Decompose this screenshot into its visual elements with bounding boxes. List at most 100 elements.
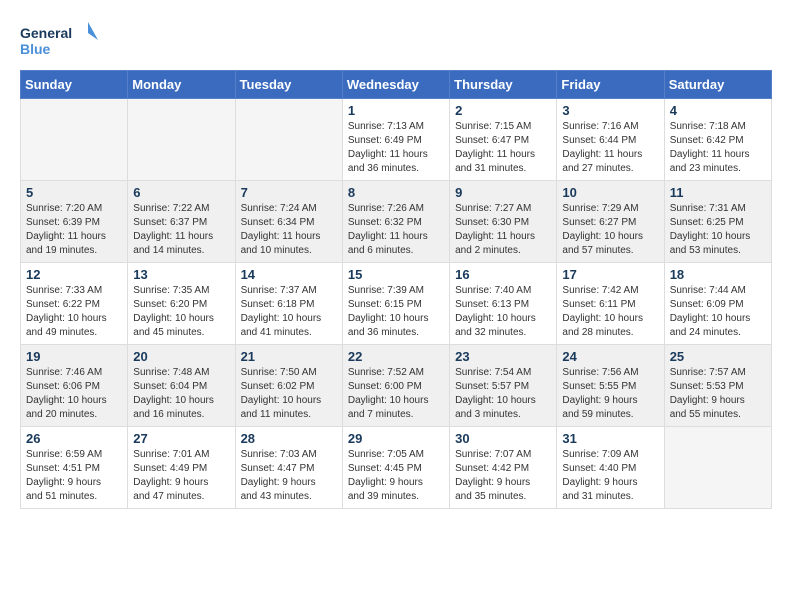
calendar-day-cell: 28 Sunrise: 7:03 AM Sunset: 4:47 PM Dayli… — [235, 427, 342, 509]
day-info: Sunrise: 7:27 AM Sunset: 6:30 PM Dayligh… — [455, 202, 551, 258]
day-info: Sunrise: 7:42 AM Sunset: 6:11 PM Dayligh… — [562, 284, 658, 340]
calendar-header-thursday: Thursday — [450, 71, 557, 99]
calendar-day-cell: 30 Sunrise: 7:07 AM Sunset: 4:42 PM Dayli… — [450, 427, 557, 509]
day-info: Sunrise: 6:59 AM Sunset: 4:51 PM Dayligh… — [26, 448, 122, 504]
day-number: 5 — [26, 185, 122, 200]
calendar-day-cell: 22 Sunrise: 7:52 AM Sunset: 6:00 PM Dayli… — [342, 345, 449, 427]
day-info: Sunrise: 7:13 AM Sunset: 6:49 PM Dayligh… — [348, 120, 444, 176]
calendar-week-row: 1 Sunrise: 7:13 AM Sunset: 6:49 PM Daylig… — [21, 99, 772, 181]
day-info: Sunrise: 7:29 AM Sunset: 6:27 PM Dayligh… — [562, 202, 658, 258]
day-number: 14 — [241, 267, 337, 282]
calendar-day-cell: 26 Sunrise: 6:59 AM Sunset: 4:51 PM Dayli… — [21, 427, 128, 509]
logo-svg: General Blue — [20, 20, 100, 60]
day-info: Sunrise: 7:37 AM Sunset: 6:18 PM Dayligh… — [241, 284, 337, 340]
day-number: 23 — [455, 349, 551, 364]
logo: General Blue — [20, 20, 100, 60]
calendar-header-wednesday: Wednesday — [342, 71, 449, 99]
day-number: 10 — [562, 185, 658, 200]
day-info: Sunrise: 7:26 AM Sunset: 6:32 PM Dayligh… — [348, 202, 444, 258]
day-number: 13 — [133, 267, 229, 282]
day-info: Sunrise: 7:16 AM Sunset: 6:44 PM Dayligh… — [562, 120, 658, 176]
day-number: 19 — [26, 349, 122, 364]
day-number: 1 — [348, 103, 444, 118]
day-info: Sunrise: 7:07 AM Sunset: 4:42 PM Dayligh… — [455, 448, 551, 504]
calendar-header-monday: Monday — [128, 71, 235, 99]
calendar-day-cell: 16Sunrise: 7:40 AM Sunset: 6:13 PM Dayli… — [450, 263, 557, 345]
calendar-table: SundayMondayTuesdayWednesdayThursdayFrid… — [20, 70, 772, 509]
calendar-day-cell — [128, 99, 235, 181]
calendar-header-tuesday: Tuesday — [235, 71, 342, 99]
day-info: Sunrise: 7:52 AM Sunset: 6:00 PM Dayligh… — [348, 366, 444, 422]
day-number: 21 — [241, 349, 337, 364]
calendar-day-cell: 7 Sunrise: 7:24 AM Sunset: 6:34 PM Daylig… — [235, 181, 342, 263]
day-info: Sunrise: 7:44 AM Sunset: 6:09 PM Dayligh… — [670, 284, 766, 340]
day-info: Sunrise: 7:05 AM Sunset: 4:45 PM Dayligh… — [348, 448, 444, 504]
calendar-week-row: 12 Sunrise: 7:33 AM Sunset: 6:22 PM Dayli… — [21, 263, 772, 345]
calendar-day-cell: 11Sunrise: 7:31 AM Sunset: 6:25 PM Dayli… — [664, 181, 771, 263]
day-info: Sunrise: 7:33 AM Sunset: 6:22 PM Dayligh… — [26, 284, 122, 340]
day-number: 22 — [348, 349, 444, 364]
day-number: 2 — [455, 103, 551, 118]
calendar-day-cell: 21Sunrise: 7:50 AM Sunset: 6:02 PM Dayli… — [235, 345, 342, 427]
day-number: 6 — [133, 185, 229, 200]
calendar-day-cell: 14 Sunrise: 7:37 AM Sunset: 6:18 PM Dayli… — [235, 263, 342, 345]
calendar-day-cell: 31 Sunrise: 7:09 AM Sunset: 4:40 PM Dayli… — [557, 427, 664, 509]
day-info: Sunrise: 7:24 AM Sunset: 6:34 PM Dayligh… — [241, 202, 337, 258]
calendar-day-cell: 6 Sunrise: 7:22 AM Sunset: 6:37 PM Daylig… — [128, 181, 235, 263]
calendar-day-cell: 5 Sunrise: 7:20 AM Sunset: 6:39 PM Daylig… — [21, 181, 128, 263]
day-number: 3 — [562, 103, 658, 118]
day-number: 28 — [241, 431, 337, 446]
page-header: General Blue — [20, 20, 772, 60]
day-info: Sunrise: 7:09 AM Sunset: 4:40 PM Dayligh… — [562, 448, 658, 504]
calendar-day-cell: 15 Sunrise: 7:39 AM Sunset: 6:15 PM Dayli… — [342, 263, 449, 345]
calendar-day-cell: 25Sunrise: 7:57 AM Sunset: 5:53 PM Dayli… — [664, 345, 771, 427]
calendar-day-cell: 13 Sunrise: 7:35 AM Sunset: 6:20 PM Dayli… — [128, 263, 235, 345]
day-number: 27 — [133, 431, 229, 446]
calendar-day-cell: 8 Sunrise: 7:26 AM Sunset: 6:32 PM Daylig… — [342, 181, 449, 263]
calendar-day-cell — [664, 427, 771, 509]
calendar-day-cell: 1 Sunrise: 7:13 AM Sunset: 6:49 PM Daylig… — [342, 99, 449, 181]
day-number: 12 — [26, 267, 122, 282]
day-info: Sunrise: 7:48 AM Sunset: 6:04 PM Dayligh… — [133, 366, 229, 422]
day-info: Sunrise: 7:35 AM Sunset: 6:20 PM Dayligh… — [133, 284, 229, 340]
calendar-day-cell — [21, 99, 128, 181]
day-info: Sunrise: 7:56 AM Sunset: 5:55 PM Dayligh… — [562, 366, 658, 422]
day-info: Sunrise: 7:22 AM Sunset: 6:37 PM Dayligh… — [133, 202, 229, 258]
calendar-header-row: SundayMondayTuesdayWednesdayThursdayFrid… — [21, 71, 772, 99]
day-number: 9 — [455, 185, 551, 200]
day-number: 26 — [26, 431, 122, 446]
day-number: 11 — [670, 185, 766, 200]
day-number: 7 — [241, 185, 337, 200]
svg-text:General: General — [20, 25, 72, 41]
day-number: 15 — [348, 267, 444, 282]
day-info: Sunrise: 7:15 AM Sunset: 6:47 PM Dayligh… — [455, 120, 551, 176]
day-info: Sunrise: 7:03 AM Sunset: 4:47 PM Dayligh… — [241, 448, 337, 504]
calendar-header-saturday: Saturday — [664, 71, 771, 99]
calendar-week-row: 26 Sunrise: 6:59 AM Sunset: 4:51 PM Dayli… — [21, 427, 772, 509]
day-number: 20 — [133, 349, 229, 364]
day-number: 25 — [670, 349, 766, 364]
calendar-week-row: 5 Sunrise: 7:20 AM Sunset: 6:39 PM Daylig… — [21, 181, 772, 263]
calendar-week-row: 19Sunrise: 7:46 AM Sunset: 6:06 PM Dayli… — [21, 345, 772, 427]
day-info: Sunrise: 7:54 AM Sunset: 5:57 PM Dayligh… — [455, 366, 551, 422]
day-info: Sunrise: 7:39 AM Sunset: 6:15 PM Dayligh… — [348, 284, 444, 340]
svg-text:Blue: Blue — [20, 41, 51, 57]
calendar-day-cell: 12 Sunrise: 7:33 AM Sunset: 6:22 PM Dayli… — [21, 263, 128, 345]
day-number: 31 — [562, 431, 658, 446]
day-number: 8 — [348, 185, 444, 200]
calendar-day-cell: 10 Sunrise: 7:29 AM Sunset: 6:27 PM Dayli… — [557, 181, 664, 263]
day-info: Sunrise: 7:20 AM Sunset: 6:39 PM Dayligh… — [26, 202, 122, 258]
calendar-header-friday: Friday — [557, 71, 664, 99]
day-number: 29 — [348, 431, 444, 446]
day-info: Sunrise: 7:40 AM Sunset: 6:13 PM Dayligh… — [455, 284, 551, 340]
day-number: 17 — [562, 267, 658, 282]
calendar-day-cell: 9 Sunrise: 7:27 AM Sunset: 6:30 PM Daylig… — [450, 181, 557, 263]
calendar-day-cell: 29 Sunrise: 7:05 AM Sunset: 4:45 PM Dayli… — [342, 427, 449, 509]
calendar-day-cell: 18Sunrise: 7:44 AM Sunset: 6:09 PM Dayli… — [664, 263, 771, 345]
calendar-day-cell: 4Sunrise: 7:18 AM Sunset: 6:42 PM Daylig… — [664, 99, 771, 181]
day-number: 24 — [562, 349, 658, 364]
calendar-day-cell: 24 Sunrise: 7:56 AM Sunset: 5:55 PM Dayli… — [557, 345, 664, 427]
calendar-day-cell: 3 Sunrise: 7:16 AM Sunset: 6:44 PM Daylig… — [557, 99, 664, 181]
calendar-day-cell: 27Sunrise: 7:01 AM Sunset: 4:49 PM Dayli… — [128, 427, 235, 509]
day-number: 30 — [455, 431, 551, 446]
